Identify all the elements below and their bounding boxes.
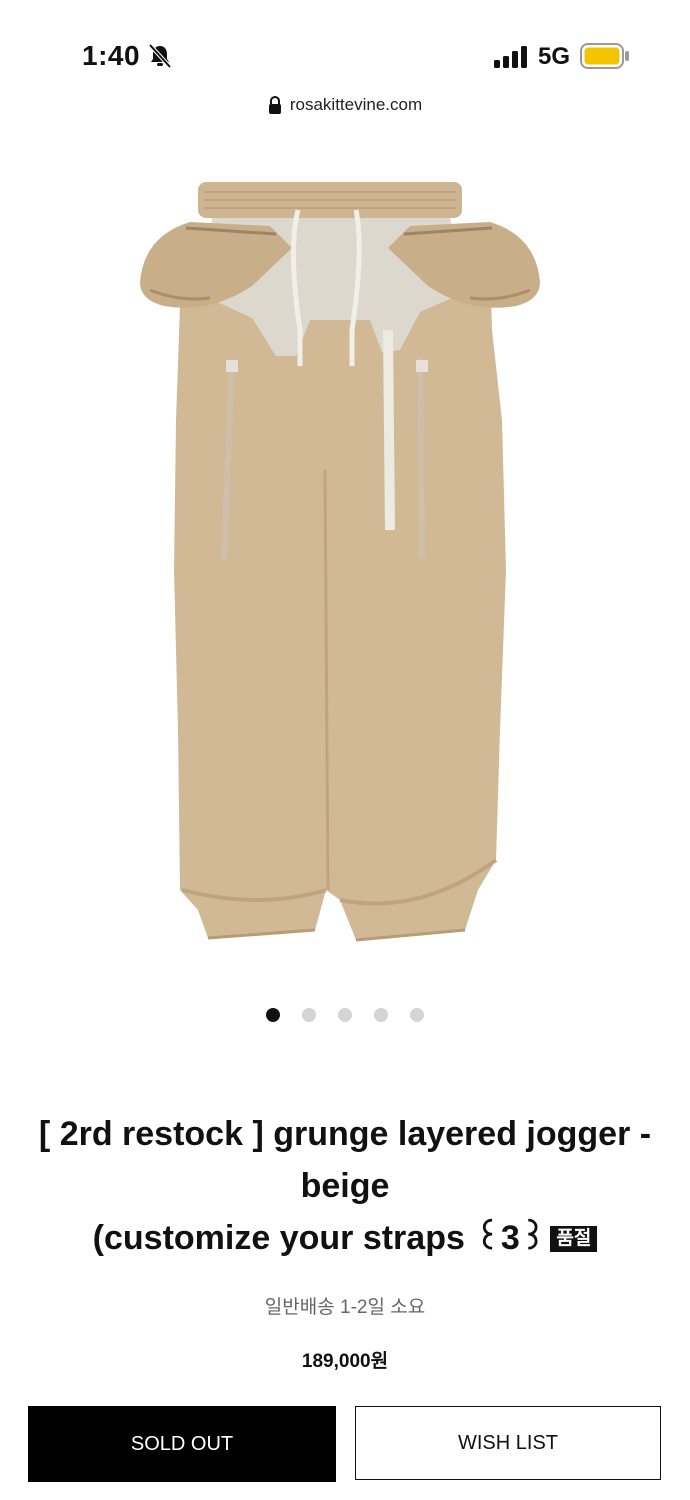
sold-out-button[interactable]: SOLD OUT: [28, 1406, 336, 1482]
network-label: 5G: [538, 43, 571, 70]
product-title-line2: (customize your straps ꒰3꒱: [92, 1219, 547, 1257]
product-image[interactable]: [120, 170, 560, 950]
shipping-info: 일반배송 1-2일 소요: [264, 1297, 426, 1318]
bell-muted-icon: [148, 43, 172, 69]
image-pager: [0, 1008, 690, 1022]
lock-icon: [268, 96, 281, 114]
pager-dot-3[interactable]: [338, 1008, 352, 1022]
wishlist-button[interactable]: WISH LIST: [355, 1406, 661, 1480]
soldout-badge: 품절: [550, 1226, 598, 1252]
product-price: 189,000원: [301, 1351, 389, 1372]
pager-dot-4[interactable]: [374, 1008, 388, 1022]
pager-dot-2[interactable]: [302, 1008, 316, 1022]
status-time: 1:40: [82, 40, 141, 71]
pager-dot-1[interactable]: [266, 1008, 280, 1022]
product-title-line1: [ 2rd restock ] grunge layered jogger - …: [38, 1115, 652, 1205]
status-bar: 1:40 5G: [0, 0, 690, 90]
signal-icon: [494, 46, 527, 68]
url-text: rosakittevine.com: [289, 95, 423, 114]
product-title: [ 2rd restock ] grunge layered jogger - …: [30, 1108, 660, 1264]
address-bar[interactable]: rosakittevine.com: [0, 88, 690, 122]
battery-icon: [580, 43, 629, 69]
pager-dot-5[interactable]: [410, 1008, 424, 1022]
